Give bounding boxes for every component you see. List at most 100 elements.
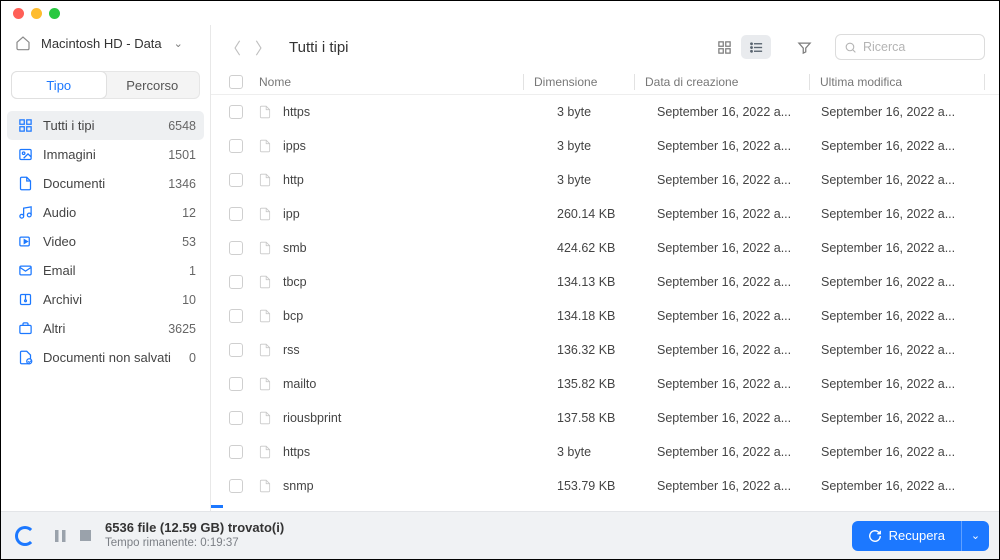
- file-size: 134.13 KB: [557, 275, 657, 289]
- status-time-remaining: Tempo rimanente: 0:19:37: [105, 536, 284, 550]
- table-row[interactable]: mailto135.82 KBSeptember 16, 2022 a...Se…: [211, 367, 999, 401]
- stop-scan-button[interactable]: [80, 530, 91, 541]
- file-icon: [257, 476, 273, 496]
- file-name: mailto: [283, 377, 557, 391]
- file-name: ipps: [283, 139, 557, 153]
- file-modified: September 16, 2022 a...: [821, 479, 985, 493]
- file-created: September 16, 2022 a...: [657, 173, 821, 187]
- table-row[interactable]: https3 byteSeptember 16, 2022 a...Septem…: [211, 95, 999, 129]
- nav-back-button[interactable]: 〈: [225, 35, 241, 59]
- grid-view-button[interactable]: [709, 35, 739, 59]
- table-row[interactable]: rss136.32 KBSeptember 16, 2022 a...Septe…: [211, 333, 999, 367]
- search-field[interactable]: [835, 34, 985, 60]
- col-name-header[interactable]: Nome: [251, 75, 523, 89]
- file-modified: September 16, 2022 a...: [821, 309, 985, 323]
- row-checkbox[interactable]: [229, 445, 243, 459]
- row-checkbox[interactable]: [229, 343, 243, 357]
- file-modified: September 16, 2022 a...: [821, 275, 985, 289]
- minimize-window-button[interactable]: [31, 8, 42, 19]
- row-checkbox[interactable]: [229, 275, 243, 289]
- file-created: September 16, 2022 a...: [657, 275, 821, 289]
- sidebar-item-label: Immagini: [43, 147, 96, 162]
- file-size: 137.58 KB: [557, 411, 657, 425]
- file-created: September 16, 2022 a...: [657, 139, 821, 153]
- file-modified: September 16, 2022 a...: [821, 207, 985, 221]
- row-checkbox[interactable]: [229, 241, 243, 255]
- file-modified: September 16, 2022 a...: [821, 105, 985, 119]
- window-titlebar: [1, 1, 999, 25]
- table-row[interactable]: http3 byteSeptember 16, 2022 a...Septemb…: [211, 163, 999, 197]
- select-all-checkbox[interactable]: [229, 75, 243, 89]
- table-row[interactable]: riousbprint137.58 KBSeptember 16, 2022 a…: [211, 401, 999, 435]
- table-row[interactable]: ipp260.14 KBSeptember 16, 2022 a...Septe…: [211, 197, 999, 231]
- file-created: September 16, 2022 a...: [657, 377, 821, 391]
- row-checkbox[interactable]: [229, 411, 243, 425]
- recover-dropdown-button[interactable]: ⌄: [961, 521, 989, 551]
- row-checkbox[interactable]: [229, 309, 243, 323]
- file-created: September 16, 2022 a...: [657, 309, 821, 323]
- view-toggle: [707, 33, 773, 61]
- segment-path-button[interactable]: Percorso: [106, 72, 200, 98]
- chevron-down-icon: ⌄: [971, 529, 980, 542]
- sidebar-item-archives[interactable]: Archivi10: [7, 285, 204, 314]
- images-icon: [17, 147, 33, 163]
- table-row[interactable]: ipps3 byteSeptember 16, 2022 a...Septemb…: [211, 129, 999, 163]
- sidebar-item-images[interactable]: Immagini 1501: [7, 140, 204, 169]
- file-created: September 16, 2022 a...: [657, 411, 821, 425]
- row-checkbox[interactable]: [229, 139, 243, 153]
- close-window-button[interactable]: [13, 8, 24, 19]
- status-bar: 6536 file (12.59 GB) trovato(i) Tempo ri…: [1, 511, 999, 559]
- row-checkbox[interactable]: [229, 377, 243, 391]
- recover-button-label: Recupera: [889, 528, 945, 543]
- table-row[interactable]: https3 byteSeptember 16, 2022 a...Septem…: [211, 435, 999, 469]
- col-created-header[interactable]: Data di creazione: [645, 75, 809, 89]
- sidebar-item-docs[interactable]: Documenti1346: [7, 169, 204, 198]
- file-size: 153.79 KB: [557, 479, 657, 493]
- sidebar-item-unsaved[interactable]: Documenti non salvati0: [7, 343, 204, 372]
- list-view-button[interactable]: [741, 35, 771, 59]
- row-checkbox[interactable]: [229, 479, 243, 493]
- file-name: https: [283, 445, 557, 459]
- file-size: 3 byte: [557, 173, 657, 187]
- filter-button[interactable]: [789, 35, 819, 59]
- row-checkbox[interactable]: [229, 105, 243, 119]
- recover-button[interactable]: Recupera: [852, 521, 961, 551]
- table-row[interactable]: tbcp134.13 KBSeptember 16, 2022 a...Sept…: [211, 265, 999, 299]
- sidebar-item-audio[interactable]: Audio12: [7, 198, 204, 227]
- row-checkbox[interactable]: [229, 173, 243, 187]
- sidebar-item-count: 0: [189, 351, 196, 365]
- file-icon: [257, 374, 273, 394]
- col-modified-header[interactable]: Ultima modifica: [820, 75, 984, 89]
- file-name: bcp: [283, 309, 557, 323]
- sidebar-item-all[interactable]: Tutti i tipi6548: [7, 111, 204, 140]
- nav-forward-button[interactable]: 〉: [255, 35, 271, 59]
- sidebar-mode-segmented: Tipo Percorso: [11, 71, 200, 99]
- sidebar-item-count: 1: [189, 264, 196, 278]
- video-icon: [17, 234, 33, 250]
- sidebar-item-email[interactable]: Email1: [7, 256, 204, 285]
- row-checkbox[interactable]: [229, 207, 243, 221]
- file-icon: [257, 136, 273, 156]
- search-input[interactable]: [863, 40, 976, 54]
- table-row[interactable]: smb424.62 KBSeptember 16, 2022 a...Septe…: [211, 231, 999, 265]
- file-name: snmp: [283, 479, 557, 493]
- maximize-window-button[interactable]: [49, 8, 60, 19]
- file-modified: September 16, 2022 a...: [821, 377, 985, 391]
- sidebar-item-other[interactable]: Altri3625: [7, 314, 204, 343]
- file-modified: September 16, 2022 a...: [821, 241, 985, 255]
- table-row[interactable]: bcp134.18 KBSeptember 16, 2022 a...Septe…: [211, 299, 999, 333]
- segment-type-button[interactable]: Tipo: [12, 72, 106, 98]
- pause-scan-button[interactable]: [55, 530, 66, 542]
- file-icon: [257, 442, 273, 462]
- sidebar-item-video[interactable]: Video53: [7, 227, 204, 256]
- file-list[interactable]: https3 byteSeptember 16, 2022 a...Septem…: [211, 95, 999, 508]
- table-row[interactable]: snmp153.79 KBSeptember 16, 2022 a...Sept…: [211, 469, 999, 503]
- file-size: 134.18 KB: [557, 309, 657, 323]
- chevron-down-icon: ⌄: [174, 37, 183, 50]
- file-size: 136.32 KB: [557, 343, 657, 357]
- file-size: 135.82 KB: [557, 377, 657, 391]
- sidebar-item-count: 1501: [168, 148, 196, 162]
- col-size-header[interactable]: Dimensione: [534, 75, 634, 89]
- volume-selector[interactable]: Macintosh HD - Data ⌄: [1, 29, 210, 57]
- sidebar-item-label: Tutti i tipi: [43, 118, 95, 133]
